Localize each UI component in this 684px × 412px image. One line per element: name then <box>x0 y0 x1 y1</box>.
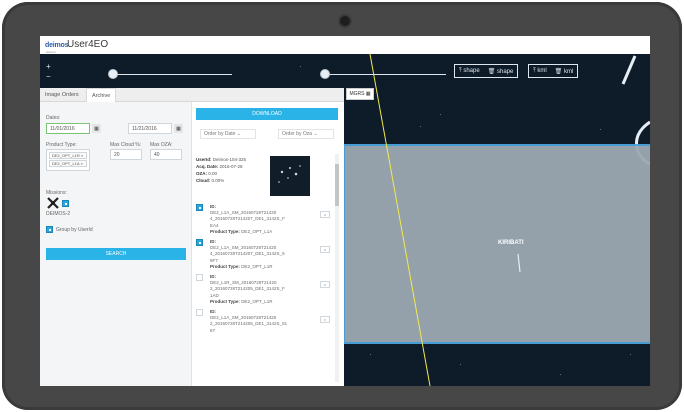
deimos-logo: deimos elecnor group <box>42 39 69 58</box>
mission-checkbox[interactable] <box>62 200 69 207</box>
product-type-chip[interactable]: DE2_OPT_L1A × <box>49 160 87 167</box>
result-checkbox[interactable] <box>196 274 203 281</box>
preview-icon[interactable]: ≡ <box>320 316 330 323</box>
detail-cloud: Cloud: 0.00% <box>196 178 225 183</box>
results-panel: DOWNLOAD Order by Date ⌄ Order by Oza ⌄ … <box>192 102 344 386</box>
panel-tabs: Image Orders Archive <box>40 88 344 102</box>
order-by-oza-select[interactable]: Order by Oza ⌄ <box>278 129 334 139</box>
result-text: ID: DE2_L1R_SM_20160728T21420 2_20160728… <box>210 274 285 304</box>
search-form: Dates: 11/01/2016 ▦ 11/21/2016 ▦ Product… <box>40 102 192 386</box>
app-title: User4EO <box>67 39 109 50</box>
calendar-icon[interactable]: ▦ <box>174 124 183 133</box>
island-mark <box>517 253 521 273</box>
preview-icon[interactable]: ≡ <box>320 246 330 253</box>
meridian-line <box>369 54 431 386</box>
calendar-icon[interactable]: ▦ <box>92 124 101 133</box>
mission-name: DEIMOS-2 <box>46 211 71 217</box>
search-button[interactable]: SEARCH <box>46 248 186 260</box>
product-type-label: Product Type: <box>46 142 77 148</box>
result-text: ID: DE2_L1A_SM_20160728T21420 2_20160728… <box>210 309 288 333</box>
result-text: ID: DE2_L1A_SM_20160728T21420 4_20160728… <box>210 204 285 234</box>
app-header: deimos elecnor group User4EO <box>40 36 650 58</box>
missions-label: Missions: <box>46 190 67 196</box>
result-text: ID: DE2_L1A_SM_20160728T21420 4_20160728… <box>210 239 285 269</box>
max-oza-label: Max OZA: <box>150 142 173 148</box>
product-type-select[interactable]: DE2_OPT_L1R × DE2_OPT_L1A × <box>46 149 90 171</box>
result-checkbox[interactable] <box>196 239 203 246</box>
group-by-userid-label: Group by UserId <box>56 227 93 233</box>
logo-text: deimos <box>45 42 69 49</box>
detail-userid: UserId: Deimos-104-325 <box>196 157 247 162</box>
max-cloud-label: Max Cloud %: <box>110 142 142 148</box>
image-thumbnail[interactable] <box>270 156 310 196</box>
tab-image-orders[interactable]: Image Orders <box>40 88 84 102</box>
preview-icon[interactable]: ≡ <box>320 211 330 218</box>
result-checkbox[interactable] <box>196 204 203 211</box>
search-panel: Image Orders Archive Dates: 11/01/2016 ▦… <box>40 88 344 386</box>
camera-dot <box>340 16 350 26</box>
product-type-chip[interactable]: DE2_OPT_L1R × <box>49 152 87 159</box>
chevron-down-icon: ⌄ <box>313 131 318 137</box>
group-by-userid-checkbox[interactable] <box>46 226 53 233</box>
app-screen: deimos elecnor group User4EO + − ⤒ shape… <box>40 36 650 386</box>
tab-archive[interactable]: Archive <box>86 88 117 102</box>
chevron-down-icon: ⌄ <box>236 131 241 137</box>
grid-icon: ▦ <box>365 91 371 97</box>
preview-icon[interactable]: ≡ <box>320 281 330 288</box>
max-oza-input[interactable]: 40 <box>150 149 182 160</box>
detail-acq-date: Acq. Date: 2016-07-28 <box>196 164 243 169</box>
result-checkbox[interactable] <box>196 309 203 316</box>
thumbnail-marks <box>278 165 301 183</box>
download-button[interactable]: DOWNLOAD <box>196 108 338 120</box>
country-label: KIRIBATI <box>498 240 524 246</box>
date-from-input[interactable]: 11/01/2016 <box>46 123 90 134</box>
mgrs-button[interactable]: MGRS ▦ <box>346 88 374 100</box>
satellite-icon <box>47 197 59 209</box>
order-by-date-select[interactable]: Order by Date ⌄ <box>200 129 256 139</box>
max-cloud-input[interactable]: 20 <box>110 149 142 160</box>
date-to-input[interactable]: 11/21/2016 <box>128 123 172 134</box>
results-scrollbar-thumb[interactable] <box>335 164 339 206</box>
tablet-bezel: deimos elecnor group User4EO + − ⤒ shape… <box>2 2 682 410</box>
detail-oza: OZA: 0.00 <box>196 171 218 176</box>
dates-label: Dates: <box>46 115 61 121</box>
